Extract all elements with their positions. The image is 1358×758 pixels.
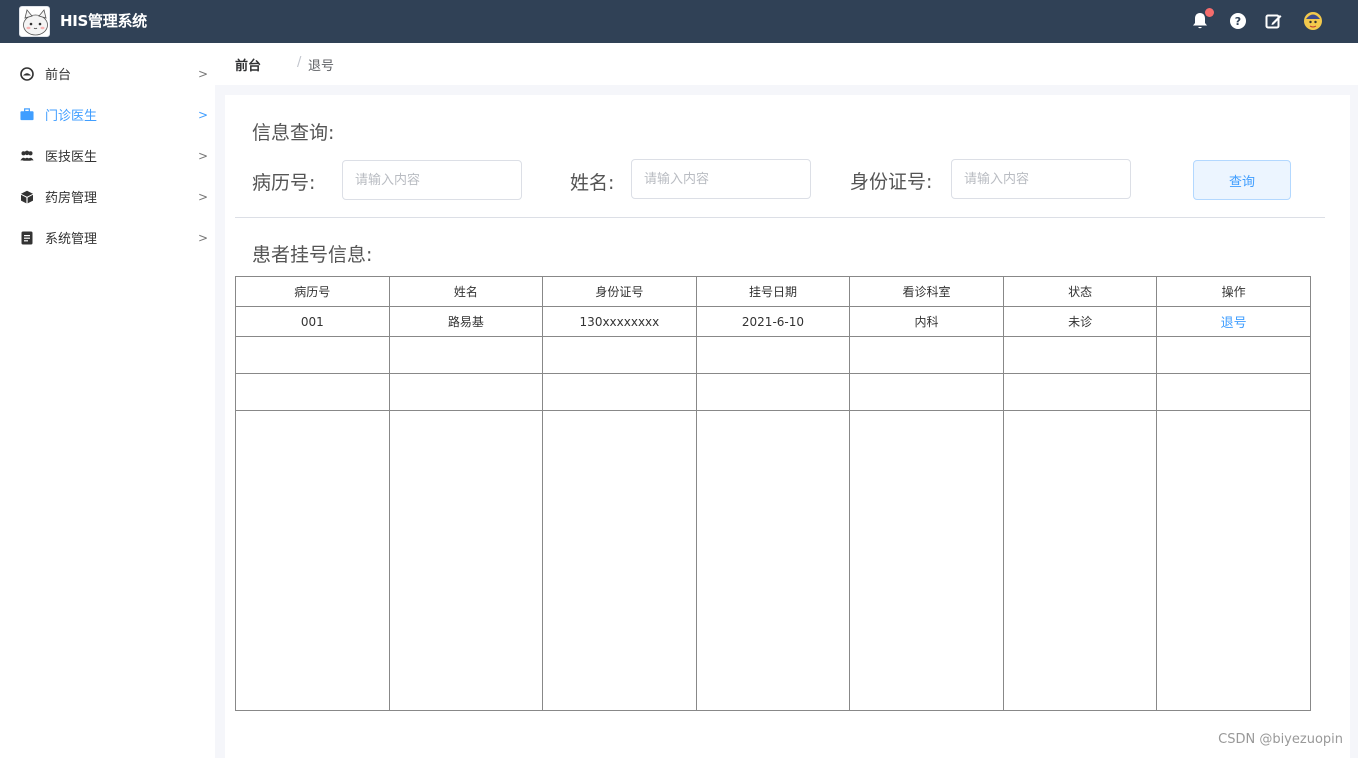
sidebar-item-front-desk[interactable]: 前台 > [0,53,215,94]
top-navbar: HIS管理系统 ? [0,0,1358,43]
users-icon [20,149,34,163]
help-icon[interactable]: ? [1228,11,1248,31]
sidebar-item-label: 医技医生 [45,150,98,165]
patient-section-title: 患者挂号信息: [252,244,373,266]
column-header: 病历号 [235,276,390,307]
chevron-right-icon: > [198,107,209,122]
sidebar-item-pharmacy[interactable]: 药房管理 > [0,176,215,217]
sidebar-item-system[interactable]: 系统管理 > [0,217,215,258]
sidebar-item-outpatient-doctor[interactable]: 门诊医生 > [0,94,215,135]
chevron-right-icon: > [198,189,209,204]
dashboard-icon [20,66,34,81]
app-title: HIS管理系统 [60,12,147,30]
svg-text:?: ? [1235,15,1241,28]
column-header: 姓名 [388,276,544,307]
id-number-label: 身份证号: [850,171,933,193]
column-header: 状态 [1002,276,1158,307]
record-number-input[interactable] [342,160,522,200]
box-icon [20,190,34,204]
query-button[interactable]: 查询 [1193,160,1291,200]
id-number-input[interactable] [951,159,1131,199]
table-row-empty [235,410,1311,711]
section-divider [235,217,1325,218]
cell-department: 内科 [849,306,1004,337]
table-row-empty [235,373,1311,411]
sidebar-item-label: 药房管理 [45,191,98,206]
bell-icon[interactable] [1190,8,1214,31]
notification-badge [1205,8,1214,17]
table-header-row: 病历号 姓名 身份证号 挂号日期 看诊科室 状态 操作 [235,276,1311,307]
breadcrumb: 前台 / 退号 [215,43,1358,85]
cell-id-number: 130xxxxxxxx [542,306,697,337]
column-header: 身份证号 [542,276,697,307]
column-header: 操作 [1156,276,1311,307]
cell-status: 未诊 [1002,306,1158,337]
cell-date: 2021-6-10 [695,306,851,337]
chevron-right-icon: > [198,230,209,245]
sidebar: 前台 > 门诊医生 > 医技医生 > 药房管理 > 系统管理 > [0,43,215,758]
column-header: 看诊科室 [849,276,1004,307]
name-input[interactable] [631,159,811,199]
registration-table: 病历号 姓名 身份证号 挂号日期 看诊科室 状态 操作 001 路易基 130x… [235,276,1311,711]
chevron-right-icon: > [198,148,209,163]
main-card: 信息查询: 病历号: 姓名: 身份证号: 查询 患者挂号信息: 病历号 姓名 身… [225,95,1350,758]
table-row: 001 路易基 130xxxxxxxx 2021-6-10 内科 未诊 退号 [235,306,1311,337]
table-row-empty [235,336,1311,374]
cell-record-number: 001 [235,306,390,337]
avatar[interactable] [1303,11,1323,31]
sidebar-item-label: 前台 [45,68,72,83]
search-section-title: 信息查询: [252,122,335,144]
cancel-registration-link[interactable]: 退号 [1221,316,1247,331]
edit-icon[interactable] [1264,11,1284,31]
breadcrumb-current: 退号 [308,59,335,74]
breadcrumb-separator: / [297,55,302,70]
chevron-right-icon: > [198,66,209,81]
cell-name: 路易基 [388,306,544,337]
watermark: CSDN @biyezuopin [1218,732,1343,747]
sidebar-item-label: 系统管理 [45,232,98,247]
cell-action: 退号 [1156,306,1311,337]
name-label: 姓名: [570,172,615,194]
record-number-label: 病历号: [252,172,316,194]
cat-logo-icon [19,6,50,37]
document-icon [20,231,34,245]
sidebar-item-label: 门诊医生 [45,109,98,124]
column-header: 挂号日期 [695,276,851,307]
breadcrumb-parent[interactable]: 前台 [235,55,261,74]
briefcase-icon [20,108,34,122]
sidebar-item-medtech-doctor[interactable]: 医技医生 > [0,135,215,176]
